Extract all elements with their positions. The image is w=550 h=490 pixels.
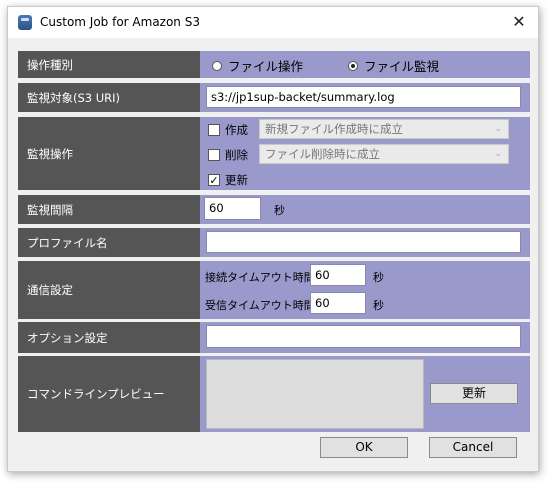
radio-file-monitor-indicator bbox=[348, 60, 358, 71]
update-checkbox-label: 更新 bbox=[225, 173, 248, 187]
create-condition-select[interactable]: 新規ファイル作成時に成立 ⌄ bbox=[259, 119, 509, 139]
row-monitor-operation: 監視操作 作成 新規ファイル作成時に成立 ⌄ 削除 ファイル削除時に成立 ⌄ ✓… bbox=[18, 117, 530, 190]
create-checkbox-box bbox=[208, 124, 220, 136]
row-monitor-interval: 監視間隔 60 秒 bbox=[18, 195, 530, 224]
receive-timeout-label: 受信タイムアウト時間 bbox=[205, 299, 315, 312]
window-title: Custom Job for Amazon S3 bbox=[40, 15, 200, 29]
create-condition-value: 新規ファイル作成時に成立 bbox=[265, 122, 403, 136]
row-operation-type: 操作種別 ファイル操作 ファイル監視 bbox=[18, 51, 530, 78]
app-icon bbox=[18, 15, 32, 30]
comm-settings-label: 通信設定 bbox=[18, 261, 200, 319]
create-checkbox[interactable]: 作成 bbox=[208, 122, 248, 138]
monitor-interval-unit: 秒 bbox=[274, 204, 285, 217]
monitor-operation-label: 監視操作 bbox=[18, 117, 200, 190]
connect-timeout-input[interactable]: 60 bbox=[310, 264, 366, 286]
monitor-target-input[interactable]: s3://jp1sup-backet/summary.log bbox=[206, 86, 521, 108]
command-preview-label: コマンドラインプレビュー bbox=[18, 356, 200, 432]
row-option-settings: オプション設定 bbox=[18, 322, 530, 353]
row-profile-name: プロファイル名 bbox=[18, 228, 530, 257]
receive-timeout-unit: 秒 bbox=[373, 299, 384, 312]
profile-name-label: プロファイル名 bbox=[18, 228, 200, 257]
custom-job-dialog: Custom Job for Amazon S3 ✕ 操作種別 ファイル操作 フ… bbox=[7, 6, 539, 472]
option-settings-input[interactable] bbox=[206, 325, 521, 348]
create-checkbox-label: 作成 bbox=[225, 123, 248, 137]
monitor-interval-input[interactable]: 60 bbox=[204, 197, 261, 220]
radio-file-operation[interactable]: ファイル操作 bbox=[212, 56, 303, 75]
row-monitor-target: 監視対象(S3 URI) s3://jp1sup-backet/summary.… bbox=[18, 83, 530, 112]
radio-file-monitor-label: ファイル監視 bbox=[364, 59, 440, 74]
radio-file-operation-label: ファイル操作 bbox=[228, 59, 304, 74]
chevron-down-icon: ⌄ bbox=[494, 149, 502, 159]
option-settings-label: オプション設定 bbox=[18, 322, 200, 353]
chevron-down-icon: ⌄ bbox=[494, 124, 502, 134]
check-icon: ✓ bbox=[208, 174, 220, 187]
row-command-preview: コマンドラインプレビュー 更新 bbox=[18, 356, 530, 432]
radio-file-monitor[interactable]: ファイル監視 bbox=[348, 56, 439, 75]
row-comm-settings: 通信設定 接続タイムアウト時間 60 秒 受信タイムアウト時間 60 秒 bbox=[18, 261, 530, 319]
connect-timeout-label: 接続タイムアウト時間 bbox=[205, 271, 315, 284]
delete-checkbox[interactable]: 削除 bbox=[208, 147, 248, 163]
refresh-button[interactable]: 更新 bbox=[430, 383, 518, 404]
update-checkbox[interactable]: ✓ 更新 bbox=[208, 172, 248, 188]
operation-type-label: 操作種別 bbox=[18, 51, 200, 78]
delete-checkbox-label: 削除 bbox=[225, 148, 248, 162]
monitor-interval-label: 監視間隔 bbox=[18, 195, 200, 224]
delete-condition-select[interactable]: ファイル削除時に成立 ⌄ bbox=[259, 144, 509, 164]
ok-button[interactable]: OK bbox=[320, 437, 408, 458]
title-bar: Custom Job for Amazon S3 ✕ bbox=[8, 7, 538, 38]
profile-name-input[interactable] bbox=[206, 231, 521, 253]
receive-timeout-input[interactable]: 60 bbox=[310, 292, 366, 314]
command-preview-textarea[interactable] bbox=[206, 359, 424, 429]
delete-condition-value: ファイル削除時に成立 bbox=[265, 147, 380, 161]
delete-checkbox-box bbox=[208, 149, 220, 161]
radio-file-operation-indicator bbox=[212, 60, 222, 71]
monitor-target-label: 監視対象(S3 URI) bbox=[18, 83, 200, 112]
connect-timeout-unit: 秒 bbox=[373, 271, 384, 284]
cancel-button[interactable]: Cancel bbox=[429, 437, 517, 458]
close-button[interactable]: ✕ bbox=[507, 11, 531, 33]
